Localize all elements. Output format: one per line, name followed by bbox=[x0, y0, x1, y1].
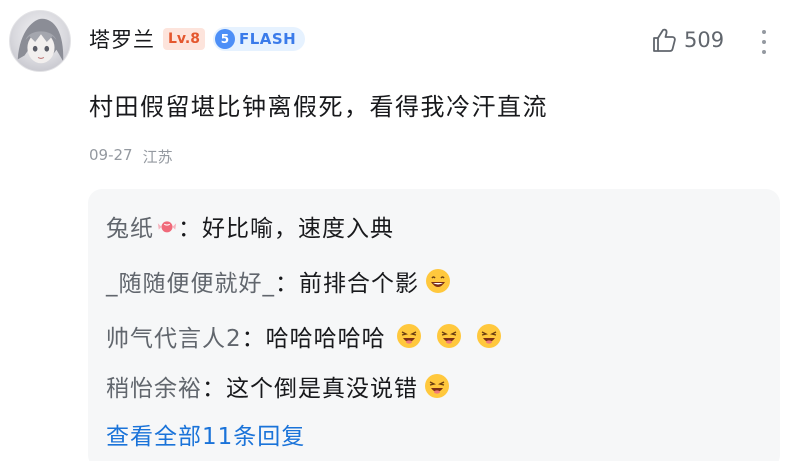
like-button[interactable]: 509 bbox=[650, 26, 724, 54]
comment-header: 塔罗兰 Lv.8 5 FLASH bbox=[89, 24, 306, 54]
reply-separator: ： bbox=[202, 376, 226, 402]
reply-username[interactable]: _随随便便就好_ bbox=[106, 264, 275, 298]
more-options-icon[interactable] bbox=[756, 27, 772, 57]
view-all-replies-link[interactable]: 查看全部11条回复 bbox=[106, 417, 305, 451]
reply-username[interactable]: 兔纸 bbox=[106, 209, 154, 243]
level-badge: Lv.8 bbox=[163, 28, 205, 50]
reply-item[interactable]: _随随便便就好_ ： 前排合个影 bbox=[106, 264, 451, 298]
username[interactable]: 塔罗兰 bbox=[89, 24, 155, 54]
comment-location: 江苏 bbox=[142, 148, 173, 166]
avatar-illustration-icon bbox=[17, 18, 64, 64]
reply-preview-box[interactable]: 兔纸 ： 好比喻，速度入典 _随随便便就好_ ： 前排合个影 帅气代言人2 ： … bbox=[88, 189, 780, 461]
reply-text: 前排合个影 bbox=[299, 271, 419, 297]
grin-emoji-icon bbox=[426, 269, 450, 293]
comment-meta: 09-27 江苏 bbox=[89, 146, 173, 167]
diamond-icon: 5 bbox=[214, 29, 235, 49]
reply-text: 哈哈哈哈哈 bbox=[265, 326, 386, 352]
comment-date: 09-27 bbox=[89, 146, 133, 164]
reply-username[interactable]: 帅气代言人2 bbox=[106, 319, 242, 353]
reply-separator: ： bbox=[275, 271, 299, 297]
laugh-emoji-icon bbox=[396, 324, 421, 348]
reply-username[interactable]: 稍怡余裕 bbox=[106, 369, 202, 403]
reply-item[interactable]: 兔纸 ： 好比喻，速度入典 bbox=[106, 209, 394, 243]
laugh-emoji-icon bbox=[476, 324, 501, 348]
reply-separator: ： bbox=[178, 216, 202, 242]
like-count: 509 bbox=[684, 28, 725, 52]
comment-card: 塔罗兰 Lv.8 5 FLASH 509 村田假留堪比钟离假死，看得我冷汗直流 … bbox=[0, 0, 790, 461]
laugh-emoji-icon bbox=[436, 324, 461, 348]
flash-badge: 5 FLASH bbox=[212, 27, 306, 51]
reply-text: 好比喻，速度入典 bbox=[202, 216, 394, 242]
candy-icon bbox=[157, 221, 177, 233]
laugh-emoji-icon bbox=[425, 374, 449, 398]
flash-badge-label: FLASH bbox=[238, 30, 297, 48]
reply-item[interactable]: 稍怡余裕 ： 这个倒是真没说错 bbox=[106, 369, 450, 403]
comment-text: 村田假留堪比钟离假死，看得我冷汗直流 bbox=[89, 93, 548, 121]
thumbs-up-icon bbox=[653, 28, 676, 52]
reply-separator: ： bbox=[241, 326, 266, 352]
reply-item[interactable]: 帅气代言人2 ： 哈哈哈哈哈 bbox=[106, 319, 502, 353]
reply-text: 这个倒是真没说错 bbox=[226, 376, 418, 402]
user-avatar[interactable] bbox=[9, 10, 71, 72]
